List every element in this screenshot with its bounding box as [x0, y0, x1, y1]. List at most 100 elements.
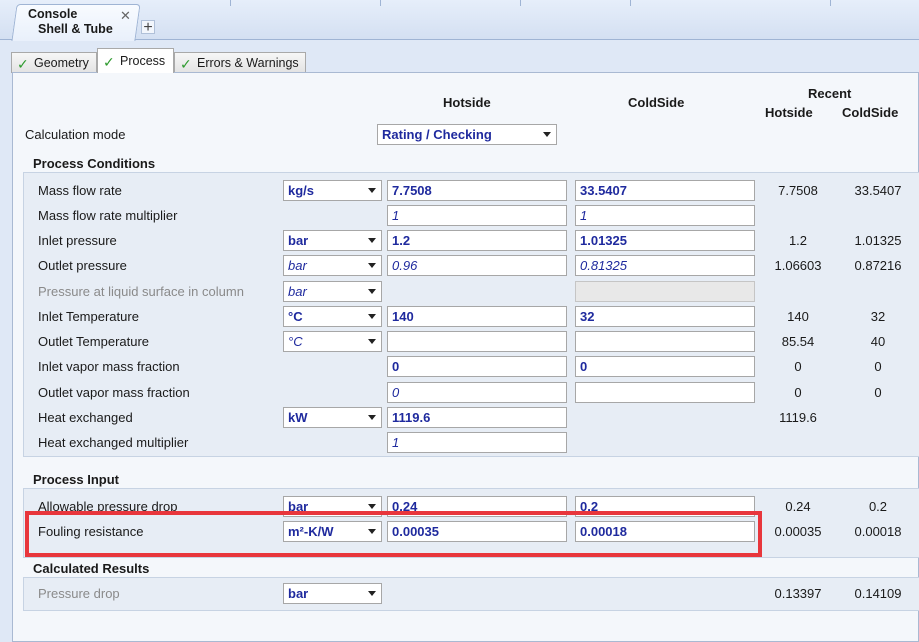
unit-value: kW — [288, 410, 308, 425]
unit-value: °C — [288, 334, 303, 349]
pressure-liquid-cold-input — [575, 281, 755, 302]
document-tab-line2: Shell & Tube — [38, 22, 113, 36]
mass-flow-rate-label: Mass flow rate — [38, 183, 122, 198]
pressure-drop-label: Pressure drop — [38, 586, 120, 601]
pressure-liquid-surface-label: Pressure at liquid surface in column — [38, 284, 244, 299]
inlet-pressure-label: Inlet pressure — [38, 233, 117, 248]
outlet-temperature-hot-input[interactable] — [387, 331, 567, 352]
outlet-vapor-recent-hot: 0 — [794, 385, 802, 400]
chevron-down-icon — [368, 238, 376, 243]
document-tab-title[interactable]: Console Shell & Tube — [28, 7, 113, 37]
hotside-header: Hotside — [443, 95, 491, 110]
unit-value: bar — [288, 233, 309, 248]
checkmark-icon: ✓ — [103, 54, 115, 70]
pressure-drop-recent-hot: 0.13397 — [774, 586, 822, 601]
heat-exchanged-multiplier-input[interactable]: 1 — [387, 432, 567, 453]
tab-geometry-label: Geometry — [34, 56, 89, 70]
chevron-down-icon — [368, 314, 376, 319]
outlet-vapor-hot-input[interactable]: 0 — [387, 382, 567, 403]
inlet-pressure-cold-input[interactable]: 1.01325 — [575, 230, 755, 251]
tab-process-label: Process — [120, 54, 166, 68]
tab-errors-label: Errors & Warnings — [197, 56, 299, 70]
inlet-pressure-recent-hot: 1.2 — [788, 233, 808, 248]
outlet-pressure-label: Outlet pressure — [38, 258, 127, 273]
add-tab-button[interactable]: + — [141, 20, 155, 36]
pressure-liquid-unit-select[interactable]: bar — [283, 281, 382, 302]
outlet-temperature-recent-cold: 40 — [870, 334, 886, 349]
outlet-pressure-hot-input[interactable]: 0.96 — [387, 255, 567, 276]
mass-flow-unit-select[interactable]: kg/s — [283, 180, 382, 201]
fouling-recent-cold: 0.00018 — [854, 524, 902, 539]
unit-value: °C — [288, 309, 303, 324]
chevron-down-icon — [368, 339, 376, 344]
calculated-results-title: Calculated Results — [33, 561, 150, 576]
heat-exchanged-unit-select[interactable]: kW — [283, 407, 382, 428]
pressure-drop-unit-select[interactable]: bar — [283, 583, 382, 604]
calculation-mode-value: Rating / Checking — [382, 127, 492, 142]
mass-flow-multiplier-label: Mass flow rate multiplier — [38, 208, 178, 223]
heat-exchanged-label: Heat exchanged — [38, 410, 133, 425]
chevron-down-icon — [368, 263, 376, 268]
inlet-vapor-fraction-label: Inlet vapor mass fraction — [38, 359, 180, 374]
mass-flow-recent-hot: 7.7508 — [778, 183, 818, 198]
inlet-vapor-hot-input[interactable]: 0 — [387, 356, 567, 377]
recent-coldside-header: ColdSide — [842, 105, 899, 120]
allowable-dp-recent-cold: 0.2 — [868, 499, 888, 514]
process-input-title: Process Input — [33, 472, 119, 487]
close-icon[interactable]: ✕ — [120, 8, 131, 24]
chevron-down-icon — [368, 289, 376, 294]
unit-value: kg/s — [288, 183, 315, 198]
tab-process[interactable]: ✓ Process — [97, 48, 174, 73]
outlet-pressure-recent-hot: 1.06603 — [774, 258, 822, 273]
inlet-temperature-recent-cold: 32 — [870, 309, 886, 324]
chevron-down-icon — [368, 188, 376, 193]
chevron-down-icon — [368, 591, 376, 596]
inlet-temperature-label: Inlet Temperature — [38, 309, 139, 324]
inlet-pressure-hot-input[interactable]: 1.2 — [387, 230, 567, 251]
mass-flow-multiplier-cold-input[interactable]: 1 — [575, 205, 755, 226]
outlet-temperature-label: Outlet Temperature — [38, 334, 150, 349]
mass-flow-recent-cold: 33.5407 — [854, 183, 902, 198]
inlet-vapor-recent-hot: 0 — [794, 359, 802, 374]
chevron-down-icon — [543, 132, 551, 137]
inlet-vapor-cold-input[interactable]: 0 — [575, 356, 755, 377]
outlet-temperature-cold-input[interactable] — [575, 331, 755, 352]
unit-value: bar — [288, 284, 307, 299]
unit-value: bar — [288, 258, 307, 273]
inlet-temperature-hot-input[interactable]: 140 — [387, 306, 567, 327]
checkmark-icon: ✓ — [180, 56, 192, 72]
process-conditions-title: Process Conditions — [33, 156, 156, 171]
tab-errors-warnings[interactable]: ✓ Errors & Warnings — [174, 52, 306, 73]
fouling-recent-hot: 0.00035 — [774, 524, 822, 539]
outlet-temperature-recent-hot: 85.54 — [781, 334, 815, 349]
outlet-vapor-recent-cold: 0 — [874, 385, 882, 400]
mass-flow-multiplier-hot-input[interactable]: 1 — [387, 205, 567, 226]
allowable-dp-recent-hot: 0.24 — [785, 499, 811, 514]
calculation-mode-select[interactable]: Rating / Checking — [377, 124, 557, 145]
outlet-pressure-recent-cold: 0.87216 — [854, 258, 902, 273]
inlet-vapor-recent-cold: 0 — [874, 359, 882, 374]
chevron-down-icon — [368, 415, 376, 420]
document-tab-strip: Console Shell & Tube ✕ + — [0, 0, 919, 41]
inlet-pressure-unit-select[interactable]: bar — [283, 230, 382, 251]
inlet-temperature-unit-select[interactable]: °C — [283, 306, 382, 327]
pressure-drop-recent-cold: 0.14109 — [854, 586, 902, 601]
tab-geometry[interactable]: ✓ Geometry — [11, 52, 97, 73]
mass-flow-hot-input[interactable]: 7.7508 — [387, 180, 567, 201]
outlet-temperature-unit-select[interactable]: °C — [283, 331, 382, 352]
inlet-temperature-cold-input[interactable]: 32 — [575, 306, 755, 327]
inlet-pressure-recent-cold: 1.01325 — [854, 233, 902, 248]
outlet-pressure-unit-select[interactable]: bar — [283, 255, 382, 276]
calculation-mode-label: Calculation mode — [25, 127, 126, 142]
heat-exchanged-hot-input[interactable]: 1119.6 — [387, 407, 567, 428]
unit-value: bar — [288, 586, 309, 601]
fouling-resistance-highlight — [25, 511, 762, 557]
outlet-vapor-cold-input[interactable] — [575, 382, 755, 403]
recent-header: Recent — [808, 86, 852, 101]
recent-hotside-header: Hotside — [765, 105, 813, 120]
checkmark-icon: ✓ — [17, 56, 29, 72]
document-tab-line1: Console — [28, 7, 78, 21]
inlet-temperature-recent-hot: 140 — [787, 309, 809, 324]
outlet-pressure-cold-input[interactable]: 0.81325 — [575, 255, 755, 276]
mass-flow-cold-input[interactable]: 33.5407 — [575, 180, 755, 201]
